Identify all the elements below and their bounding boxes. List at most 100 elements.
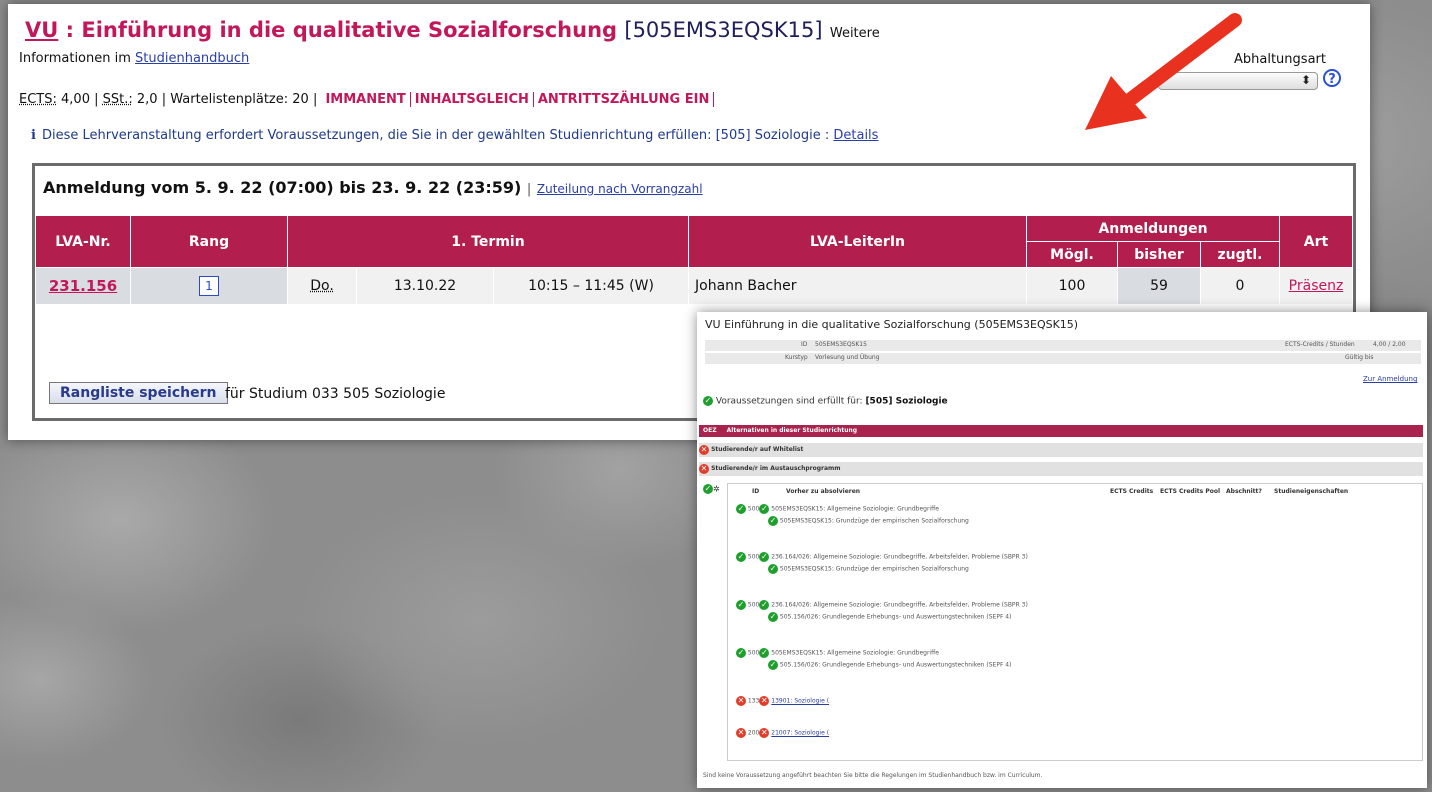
zuteilung-link[interactable]: Zuteilung nach Vorrangzahl (537, 182, 703, 196)
rangliste-speichern-button[interactable]: Rangliste speichern (49, 382, 228, 404)
voraussetzung-status: ✓ Voraussetzungen sind erfüllt für: [505… (703, 396, 948, 407)
check-icon: ✓ (736, 552, 746, 562)
select-arrows-icon: ⬍ (1300, 73, 1311, 87)
zugtl-cell: 0 (1200, 267, 1280, 305)
title-divider: | (526, 182, 532, 197)
course-code: [505EMS3EQSK15] (624, 18, 823, 42)
zur-anmeldung-link[interactable]: Zur Anmeldung (1363, 375, 1417, 383)
entry-line-text: 505.156/026: Grundlegende Erhebungs- und… (779, 661, 1012, 669)
meta-ects-value: 4,00 / 2,00 (1373, 341, 1406, 348)
prerequisite-entry: ✕ 200 ✕ 21007: Soziologie ( (736, 728, 829, 738)
day-value: Do. (310, 278, 334, 294)
rang-cell: 1 (130, 267, 288, 305)
prerequisite-entry: ✓ 500 ✓ 236.164/026: Allgemeine Soziologi… (736, 552, 1028, 574)
check-icon: ✓ (759, 648, 770, 658)
voraussetzung-study: [505] Soziologie (865, 396, 948, 407)
meta-kurstyp-label: Kurstyp (785, 354, 808, 361)
entry-line: ✓ 505.156/026: Grundlegende Erhebungs- u… (768, 660, 1011, 670)
bisher-cell: 59 (1117, 267, 1201, 305)
grid-head-abschnitt: Abschnitt? (1226, 488, 1262, 495)
th-rang: Rang (130, 215, 288, 268)
weitere-text: Weitere (829, 26, 880, 41)
meta-gueltig-label: Gültig bis (1345, 354, 1374, 361)
grid-head-id: ID (752, 488, 760, 495)
badge-immanent: IMMANENT (321, 92, 411, 107)
cross-icon: ✕ (736, 696, 746, 706)
praesenz-link[interactable]: Präsenz (1289, 278, 1344, 294)
popup-footer: Sind keine Voraussetzung angeführt beach… (703, 772, 1043, 779)
whitelist-row: ✕ Studierende/r auf Whitelist (699, 443, 1423, 457)
rang-input[interactable]: 1 (199, 276, 219, 296)
help-icon[interactable]: ? (1323, 69, 1341, 87)
check-icon: ✓ (736, 600, 746, 610)
entry-line: 236.164/026: Allgemeine Soziologie: Grun… (771, 601, 1028, 609)
prerequisite-entry: ✕ 133 ✕ 13901: Soziologie ( (736, 696, 829, 706)
th-lvanr: LVA-Nr. (35, 215, 131, 268)
prerequisites-window: VU Einführung in die qualitative Sozialf… (697, 312, 1427, 788)
meta-row-1: ID 505EMS3EQSK15 ECTS-Credits / Stunden … (705, 340, 1421, 351)
check-icon: ✓ (759, 600, 770, 610)
registration-period: Anmeldung vom 5. 9. 22 (07:00) bis 23. 9… (43, 178, 522, 197)
leiter-cell: Johann Bacher (688, 267, 1027, 305)
cross-icon: ✕ (699, 444, 709, 455)
red-arrow-icon (1085, 13, 1242, 130)
entry-id: 500 (747, 601, 760, 609)
popup-meta: ID 505EMS3EQSK15 ECTS-Credits / Stunden … (705, 340, 1421, 370)
gear-icon: ✲ (713, 484, 720, 494)
moegl-cell: 100 (1026, 267, 1118, 305)
entry-line: ✓ 505EMS3EQSK15: Grundzüge der empirisch… (768, 516, 969, 526)
austausch-row: ✕ Studierende/r im Austauschprogramm (699, 462, 1423, 476)
check-icon: ✓ (736, 504, 746, 514)
th-anmeldungen: Anmeldungen (1026, 215, 1280, 242)
registration-title: Anmeldung vom 5. 9. 22 (07:00) bis 23. 9… (43, 178, 703, 197)
check-icon: ✓ (768, 660, 778, 670)
art-cell: Präsenz (1279, 267, 1353, 305)
th-termin: 1. Termin (287, 215, 689, 268)
check-icon: ✓ (759, 504, 770, 514)
info-icon: i (31, 128, 36, 143)
save-label: für Studium 033 505 Soziologie (225, 386, 446, 402)
section-tag: OEZ (703, 427, 717, 434)
cross-icon: ✕ (699, 463, 709, 474)
th-art: Art (1279, 215, 1353, 268)
studienhandbuch-link[interactable]: Studienhandbuch (135, 51, 249, 66)
check-icon: ✓ (703, 484, 713, 494)
check-icon: ✓ (768, 564, 778, 574)
prerequisite-entry: ✓ 500 ✓ 505EMS3EQSK15: Allgemeine Soziolo… (736, 504, 969, 526)
alternatives-header: OEZ Alternativen in dieser Studienrichtu… (699, 425, 1423, 437)
popup-title: VU Einführung in die qualitative Sozialf… (705, 318, 1079, 331)
prerequisite-entry: ✓ 500 ✓ 236.164/026: Allgemeine Soziologi… (736, 600, 1028, 622)
date-cell: 13.10.22 (356, 267, 494, 305)
table-row: 231.156 1 Do. 13.10.22 10:15 – 11:45 (W)… (35, 267, 1353, 305)
entry-id: 500 (747, 505, 760, 513)
entry-link[interactable]: 13901: Soziologie ( (771, 698, 829, 705)
warteliste-label: Wartelistenplätze: (170, 92, 289, 107)
cross-icon: ✕ (759, 696, 770, 706)
lvanr-link[interactable]: 231.156 (49, 277, 117, 295)
prerequisite-notice: i Diese Lehrveranstaltung erfordert Vorau… (31, 128, 878, 143)
entry-line-text: 505EMS3EQSK15: Grundzüge der empirischen… (779, 517, 969, 525)
th-bisher: bisher (1117, 241, 1201, 268)
section-title: Alternativen in dieser Studienrichtung (726, 427, 858, 434)
info-line: Informationen im Studienhandbuch (19, 51, 249, 66)
notice-text: Diese Lehrveranstaltung erfordert Voraus… (41, 128, 834, 143)
austausch-label: Studierende/r im Austauschprogramm (711, 465, 841, 472)
entry-link[interactable]: 21007: Soziologie ( (771, 730, 829, 737)
check-icon: ✓ (703, 396, 713, 406)
cross-icon: ✕ (736, 728, 746, 738)
entry-line: 505EMS3EQSK15: Allgemeine Soziologie: Gr… (771, 649, 939, 657)
th-moegl: Mögl. (1026, 241, 1118, 268)
whitelist-label: Studierende/r auf Whitelist (711, 446, 804, 453)
lva-table: LVA-Nr. Rang 1. Termin LVA-LeiterIn Anme… (35, 215, 1353, 305)
sst-value: 2,0 (136, 92, 158, 107)
lvanr-cell: 231.156 (35, 267, 131, 305)
prerequisite-entry: ✓ 500 ✓ 505EMS3EQSK15: Allgemeine Soziolo… (736, 648, 1011, 670)
details-link[interactable]: Details (833, 128, 878, 143)
check-icon: ✓ (768, 612, 778, 622)
th-zugtl: zugtl. (1200, 241, 1280, 268)
ects-value: 4,00 (61, 92, 90, 107)
th-leiter: LVA-LeiterIn (688, 215, 1027, 268)
info-prefix: Informationen im (19, 51, 136, 66)
prerequisite-grid: ID Vorher zu absolvieren ECTS Credits EC… (727, 483, 1423, 761)
group-status: ✓ ✲ (703, 484, 720, 494)
